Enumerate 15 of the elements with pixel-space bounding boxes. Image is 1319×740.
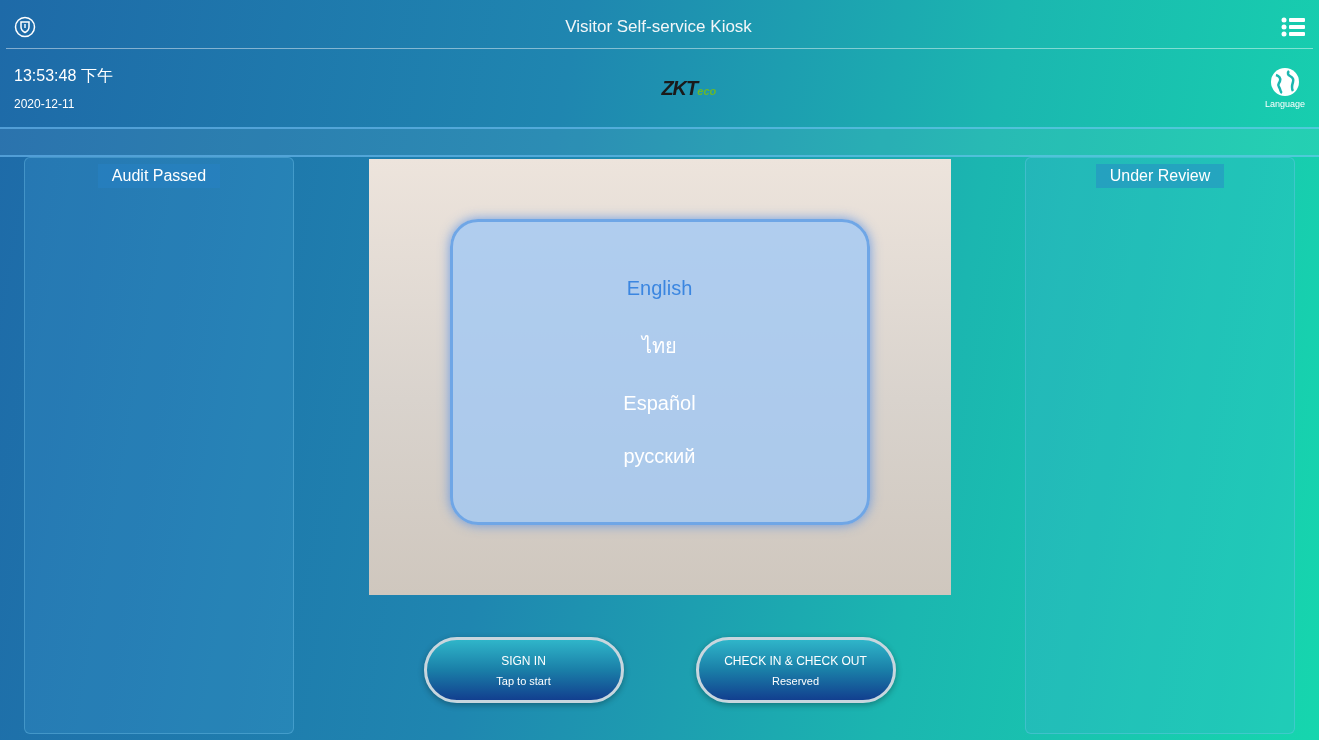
shield-icon[interactable]: [14, 16, 36, 38]
globe-icon: [1269, 67, 1300, 97]
language-option[interactable]: English: [626, 276, 693, 300]
action-button[interactable]: CHECK IN & CHECK OUT Reserved: [695, 637, 896, 703]
brand-logo: ZKTeco: [661, 76, 717, 100]
clock-date: 2020-12-11: [14, 96, 76, 111]
panel-title: Under Review: [1095, 164, 1225, 188]
window-title: Visitor Self-service Kiosk: [565, 17, 752, 37]
language-option[interactable]: ไทย: [642, 329, 677, 362]
language-button[interactable]: Language: [1264, 67, 1305, 109]
action-button[interactable]: SIGN IN Tap to start: [423, 637, 624, 703]
clock-time: 13:53:48 下午: [14, 65, 113, 86]
language-option[interactable]: русский: [623, 444, 696, 468]
panel-title: Audit Passed: [97, 164, 221, 188]
language-option[interactable]: Español: [623, 391, 696, 415]
